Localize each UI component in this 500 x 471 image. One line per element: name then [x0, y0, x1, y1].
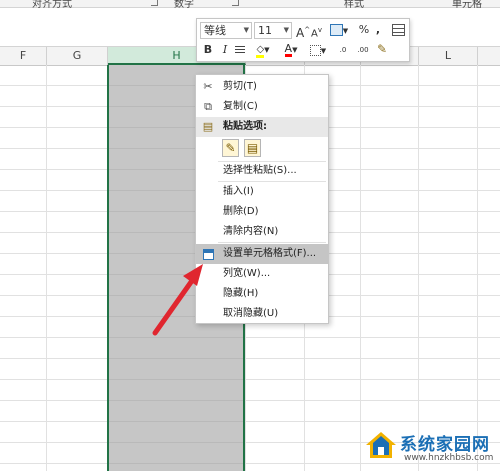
clipboard-icon: ▤ [202, 120, 214, 133]
menu-item-label: 选择性粘贴(S)... [223, 165, 297, 176]
comma-style-button[interactable]: , [373, 22, 383, 38]
menu-item-label: 设置单元格格式(F)... [223, 248, 317, 259]
watermark-url: www.hnzkhbsb.com [404, 453, 494, 463]
menu-item-format-cells[interactable]: 设置单元格格式(F)... [196, 244, 328, 264]
menu-item-unhide[interactable]: 取消隐藏(U) [196, 304, 328, 324]
align-center-button[interactable] [234, 42, 246, 58]
menu-item-delete[interactable]: 删除(D) [196, 202, 328, 222]
paste-brush-icon: ✎ [225, 141, 236, 155]
format-table-button[interactable] [391, 22, 405, 38]
column-header-f[interactable]: F [0, 47, 47, 65]
paste-option-values-button[interactable]: ▤ [244, 139, 261, 157]
menu-separator [218, 242, 326, 243]
column-header-g[interactable]: G [47, 47, 108, 65]
scissors-icon: ✂ [203, 80, 213, 93]
menu-item-paste-options: ▤ 粘贴选项: [196, 117, 328, 137]
italic-button[interactable]: I [219, 42, 231, 58]
font-color-letter: A [284, 42, 293, 57]
menu-item-label: 列宽(W)... [223, 268, 271, 279]
paint-bucket-icon: ◇ [256, 45, 265, 58]
menu-item-label: 清除内容(N) [223, 226, 279, 237]
chevron-down-icon: ▼ [320, 47, 327, 55]
align-center-icon [235, 45, 245, 55]
menu-item-clear-contents[interactable]: 清除内容(N) [196, 222, 328, 242]
shrink-font-button[interactable]: Av [311, 22, 322, 40]
font-size-box[interactable]: 11 ▼ [254, 22, 292, 39]
menu-item-label: 复制(C) [223, 101, 258, 112]
column-header-partial[interactable] [478, 47, 500, 65]
menu-item-column-width[interactable]: 列宽(W)... [196, 264, 328, 284]
accounting-format-icon [329, 24, 343, 36]
watermark: 系统家园网 www.hnzkhbsb.com [364, 428, 496, 466]
paste-option-keep-format-button[interactable]: ✎ [222, 139, 239, 157]
paste-clipboard-icon: ▤ [246, 141, 259, 155]
menu-item-label: 插入(I) [223, 186, 254, 197]
copy-icon: ⧉ [204, 100, 212, 113]
format-cells-icon [201, 247, 215, 261]
font-name-box[interactable]: 等线 ▼ [200, 22, 252, 39]
chevron-down-icon: ▼ [292, 46, 298, 54]
shrink-font-label: A [311, 28, 318, 40]
mini-toolbar: 等线 ▼ 11 ▼ A^ Av ▼ % , B I ◇▼ A▼ ▼ .0 .00… [196, 18, 410, 62]
menu-item-label: 粘贴选项: [223, 121, 267, 132]
menu-item-label: 取消隐藏(U) [223, 308, 279, 319]
watermark-name: 系统家园网 [400, 435, 490, 455]
number-launcher-icon[interactable] [232, 0, 239, 6]
font-name-value: 等线 [204, 24, 226, 37]
bold-button[interactable]: B [202, 42, 214, 58]
format-painter-button[interactable]: ✎ [375, 41, 389, 57]
menu-item-copy[interactable]: ⧉ 复制(C) [196, 97, 328, 117]
menu-item-paste-special[interactable]: 选择性粘贴(S)... [196, 161, 328, 181]
chevron-down-icon: ▼ [283, 26, 289, 34]
menu-item-insert[interactable]: 插入(I) [196, 182, 328, 202]
column-header-l[interactable]: L [419, 47, 478, 65]
font-color-button[interactable]: A▼ [279, 41, 303, 57]
decrease-decimal-button[interactable]: .00 [354, 42, 372, 58]
alignment-launcher-icon[interactable] [151, 0, 158, 6]
font-size-value: 11 [258, 24, 272, 37]
increase-decimal-button[interactable]: .0 [334, 42, 352, 58]
fill-color-button[interactable]: ◇▼ [251, 41, 275, 58]
percent-button[interactable]: % [357, 22, 371, 38]
grow-font-label: A [296, 26, 305, 40]
chevron-down-icon: ▼ [243, 26, 249, 34]
paintbrush-icon: ✎ [376, 42, 388, 56]
chevron-down-icon: ▼ [342, 27, 349, 35]
accounting-format-button[interactable]: ▼ [328, 22, 350, 38]
borders-button[interactable]: ▼ [307, 42, 329, 58]
table-grid-icon [391, 24, 405, 36]
context-menu: ✂ 剪切(T) ⧉ 复制(C) ▤ 粘贴选项: ✎ ▤ 选择性粘贴(S)... … [195, 74, 329, 324]
menu-item-cut[interactable]: ✂ 剪切(T) [196, 77, 328, 97]
menu-item-label: 剪切(T) [223, 81, 257, 92]
menu-item-hide[interactable]: 隐藏(H) [196, 284, 328, 304]
menu-item-label: 删除(D) [223, 206, 259, 217]
menu-item-label: 隐藏(H) [223, 288, 259, 299]
ribbon-group-labels: 对齐方式 数字 样式 单元格 [0, 0, 500, 10]
borders-icon [309, 44, 321, 56]
chevron-down-icon: ▼ [264, 46, 270, 54]
house-logo-icon [366, 432, 396, 458]
grow-font-button[interactable]: A^ [296, 22, 310, 40]
